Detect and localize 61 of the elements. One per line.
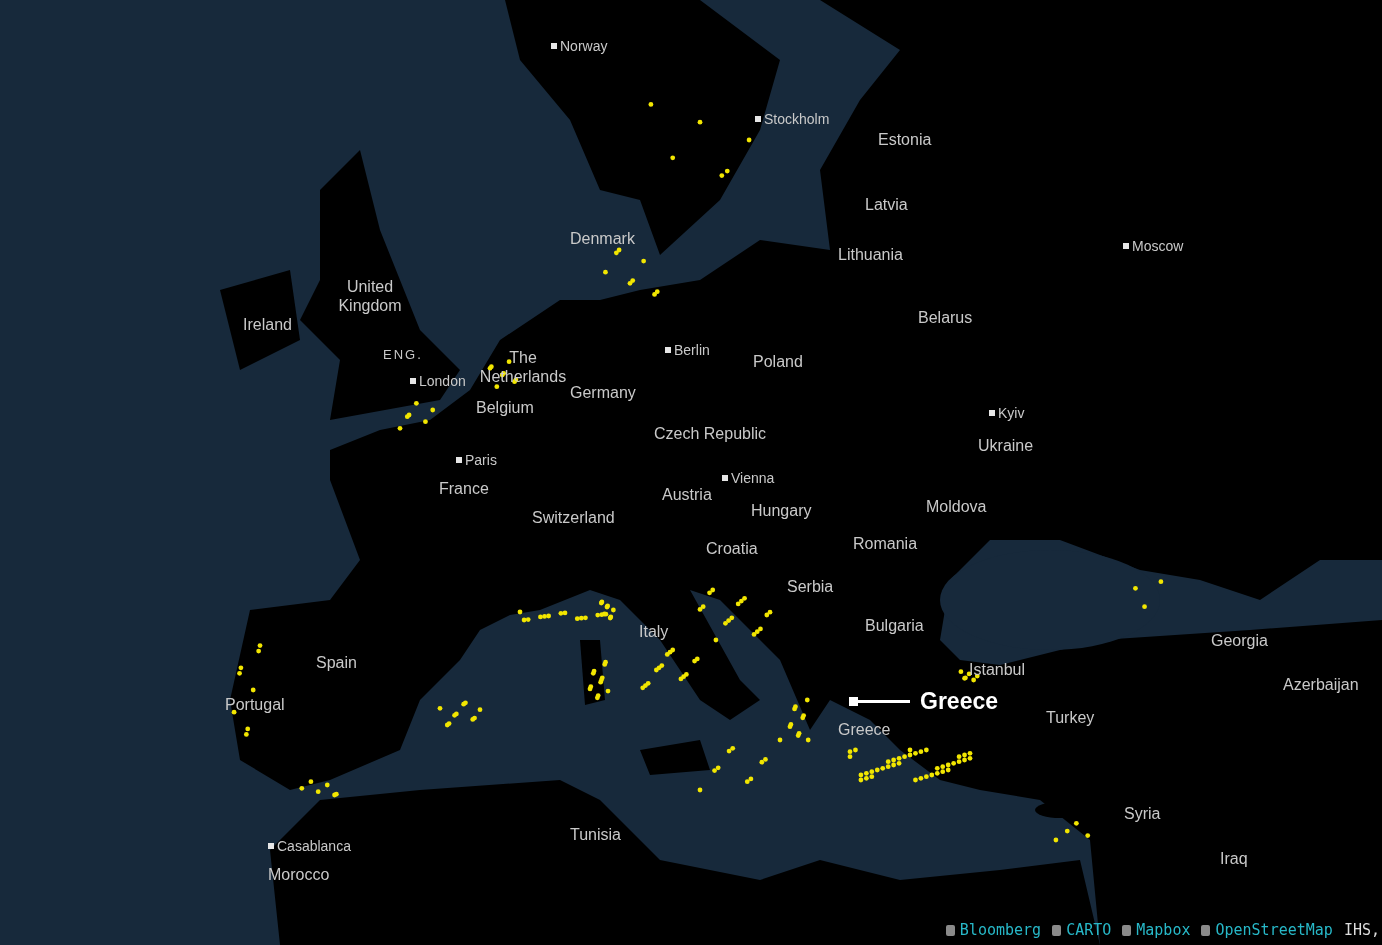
country-label: Croatia bbox=[706, 540, 758, 558]
city-label: Paris bbox=[465, 452, 497, 468]
country-label: Syria bbox=[1124, 805, 1161, 823]
country-label: Czech Republic bbox=[654, 425, 767, 443]
country-label: Estonia bbox=[878, 131, 932, 149]
country-label: Denmark bbox=[570, 230, 635, 248]
country-label: Istanbul bbox=[969, 661, 1026, 679]
city-marker-icon bbox=[268, 843, 274, 849]
city-marker-icon bbox=[1123, 243, 1129, 249]
country-label: Greece bbox=[838, 721, 891, 739]
country-label: The Netherlands bbox=[478, 347, 568, 387]
country-label: Portugal bbox=[225, 696, 285, 714]
country-label: Bulgaria bbox=[865, 617, 924, 635]
callout-marker-icon bbox=[849, 697, 858, 706]
country-label: Poland bbox=[753, 353, 803, 371]
callout-label: Greece bbox=[920, 688, 998, 715]
country-label: Iraq bbox=[1220, 850, 1248, 868]
country-label: United Kingdom bbox=[337, 276, 403, 316]
country-label: Latvia bbox=[865, 196, 908, 214]
country-label: Georgia bbox=[1211, 632, 1268, 650]
city-marker-icon bbox=[989, 410, 995, 416]
country-label: Switzerland bbox=[532, 509, 615, 527]
region-label: ENG. bbox=[383, 346, 423, 362]
city-marker-icon bbox=[722, 475, 728, 481]
attribution-link[interactable]: OpenStreetMap bbox=[1215, 921, 1333, 939]
country-label: Hungary bbox=[751, 502, 812, 520]
country-label: Austria bbox=[662, 486, 712, 504]
country-label: Germany bbox=[570, 384, 636, 402]
city-marker-icon bbox=[410, 378, 416, 384]
attribution-link[interactable]: Mapbox bbox=[1136, 921, 1191, 939]
leader-line bbox=[858, 700, 910, 703]
city-marker-icon bbox=[551, 43, 557, 49]
city-marker-icon bbox=[755, 116, 761, 122]
city-label: Norway bbox=[560, 38, 608, 54]
country-label: Italy bbox=[639, 623, 669, 641]
country-label: Turkey bbox=[1046, 709, 1095, 727]
city-marker-icon bbox=[665, 347, 671, 353]
city-label: Kyiv bbox=[998, 405, 1025, 421]
country-label: Lithuania bbox=[838, 246, 903, 264]
country-label: Moldova bbox=[926, 498, 987, 516]
city-label: London bbox=[419, 373, 466, 389]
country-label: Romania bbox=[853, 535, 918, 553]
city-label: Stockholm bbox=[764, 111, 830, 127]
country-label: Morocco bbox=[268, 866, 330, 884]
country-label: Spain bbox=[316, 654, 357, 672]
country-label: Serbia bbox=[787, 578, 834, 596]
city-label: Casablanca bbox=[277, 838, 351, 854]
country-label: Tunisia bbox=[570, 826, 621, 844]
attribution-link[interactable]: CARTO bbox=[1066, 921, 1112, 939]
country-label: Ukraine bbox=[978, 437, 1034, 455]
attribution-link[interactable]: Bloomberg bbox=[959, 921, 1042, 939]
city-label: Moscow bbox=[1132, 238, 1184, 254]
country-label: Belgium bbox=[476, 399, 534, 417]
country-label: Belarus bbox=[918, 309, 973, 327]
city-label: Vienna bbox=[731, 470, 775, 486]
country-label: France bbox=[439, 480, 489, 498]
attribution-text: IHS, bbox=[1343, 921, 1380, 939]
city-marker-icon bbox=[456, 457, 462, 463]
city-label: Berlin bbox=[674, 342, 710, 358]
country-label: Ireland bbox=[243, 316, 292, 334]
country-label: Azerbaijan bbox=[1283, 676, 1359, 694]
